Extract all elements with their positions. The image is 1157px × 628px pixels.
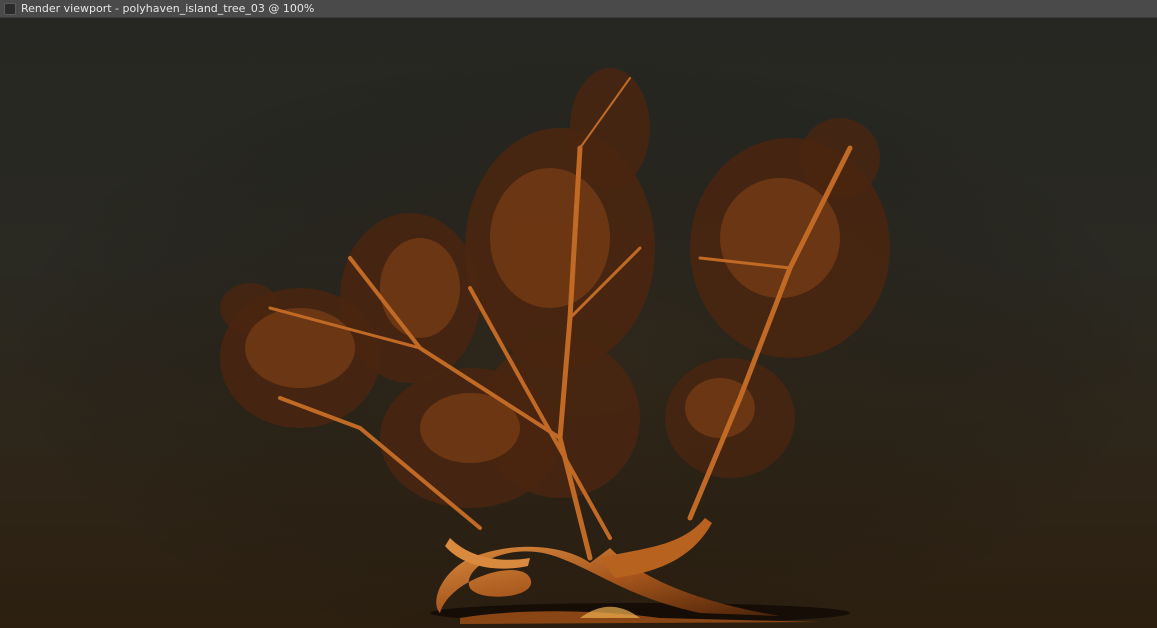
window-icon[interactable] [4, 2, 16, 15]
render-viewport[interactable] [0, 18, 1157, 628]
window-title-bar: Render viewport - polyhaven_island_tree_… [0, 0, 1157, 18]
tree-render-image [0, 18, 1157, 628]
window-title: Render viewport - polyhaven_island_tree_… [21, 2, 315, 15]
